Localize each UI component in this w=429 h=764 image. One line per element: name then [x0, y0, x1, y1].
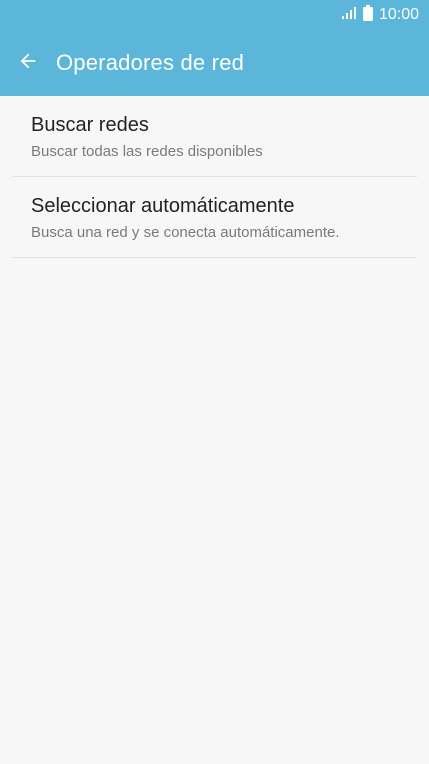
signal-icon — [341, 6, 357, 24]
status-time: 10:00 — [378, 6, 419, 23]
list-item-title: Buscar redes — [31, 114, 149, 136]
network-options-list: Buscar redes Buscar todas las redes disp… — [0, 96, 429, 258]
list-item-subtitle: Buscar todas las redes disponibles — [31, 143, 263, 160]
app-bar: Operadores de red — [0, 30, 429, 96]
list-item-title: Seleccionar automáticamente — [31, 195, 295, 217]
back-arrow-icon — [17, 50, 39, 76]
status-bar: 10:00 — [0, 0, 429, 30]
list-item-seleccionar-automaticamente[interactable]: Seleccionar automáticamente Busca una re… — [12, 177, 417, 258]
back-button[interactable] — [0, 30, 56, 96]
page-title: Operadores de red — [56, 50, 245, 75]
list-item-subtitle: Busca una red y se conecta automáticamen… — [31, 224, 340, 241]
list-item-buscar-redes[interactable]: Buscar redes Buscar todas las redes disp… — [12, 96, 417, 177]
status-icons — [341, 5, 373, 25]
battery-icon — [362, 5, 373, 25]
